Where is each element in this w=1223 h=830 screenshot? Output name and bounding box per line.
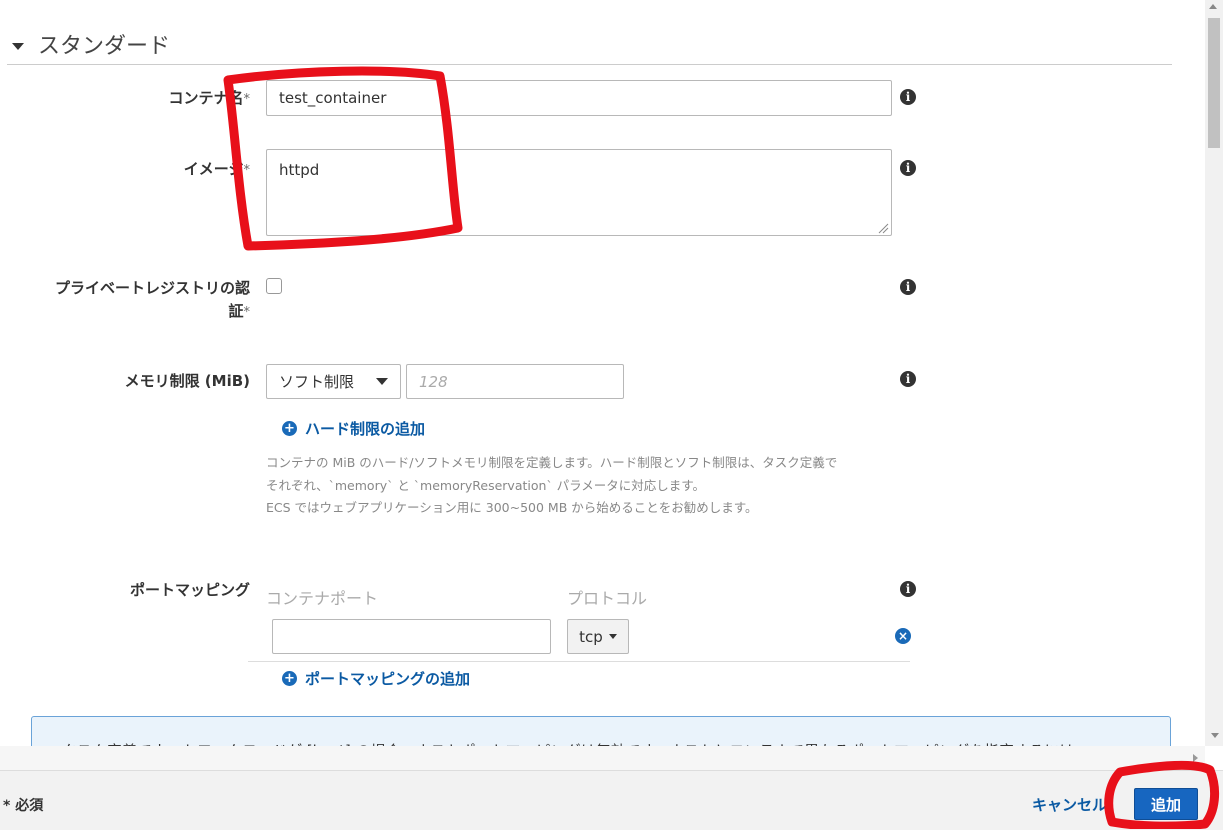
red-annotation-overlay	[223, 66, 1220, 829]
annotation-marker	[223, 66, 463, 251]
annotation-marker	[1104, 760, 1220, 829]
